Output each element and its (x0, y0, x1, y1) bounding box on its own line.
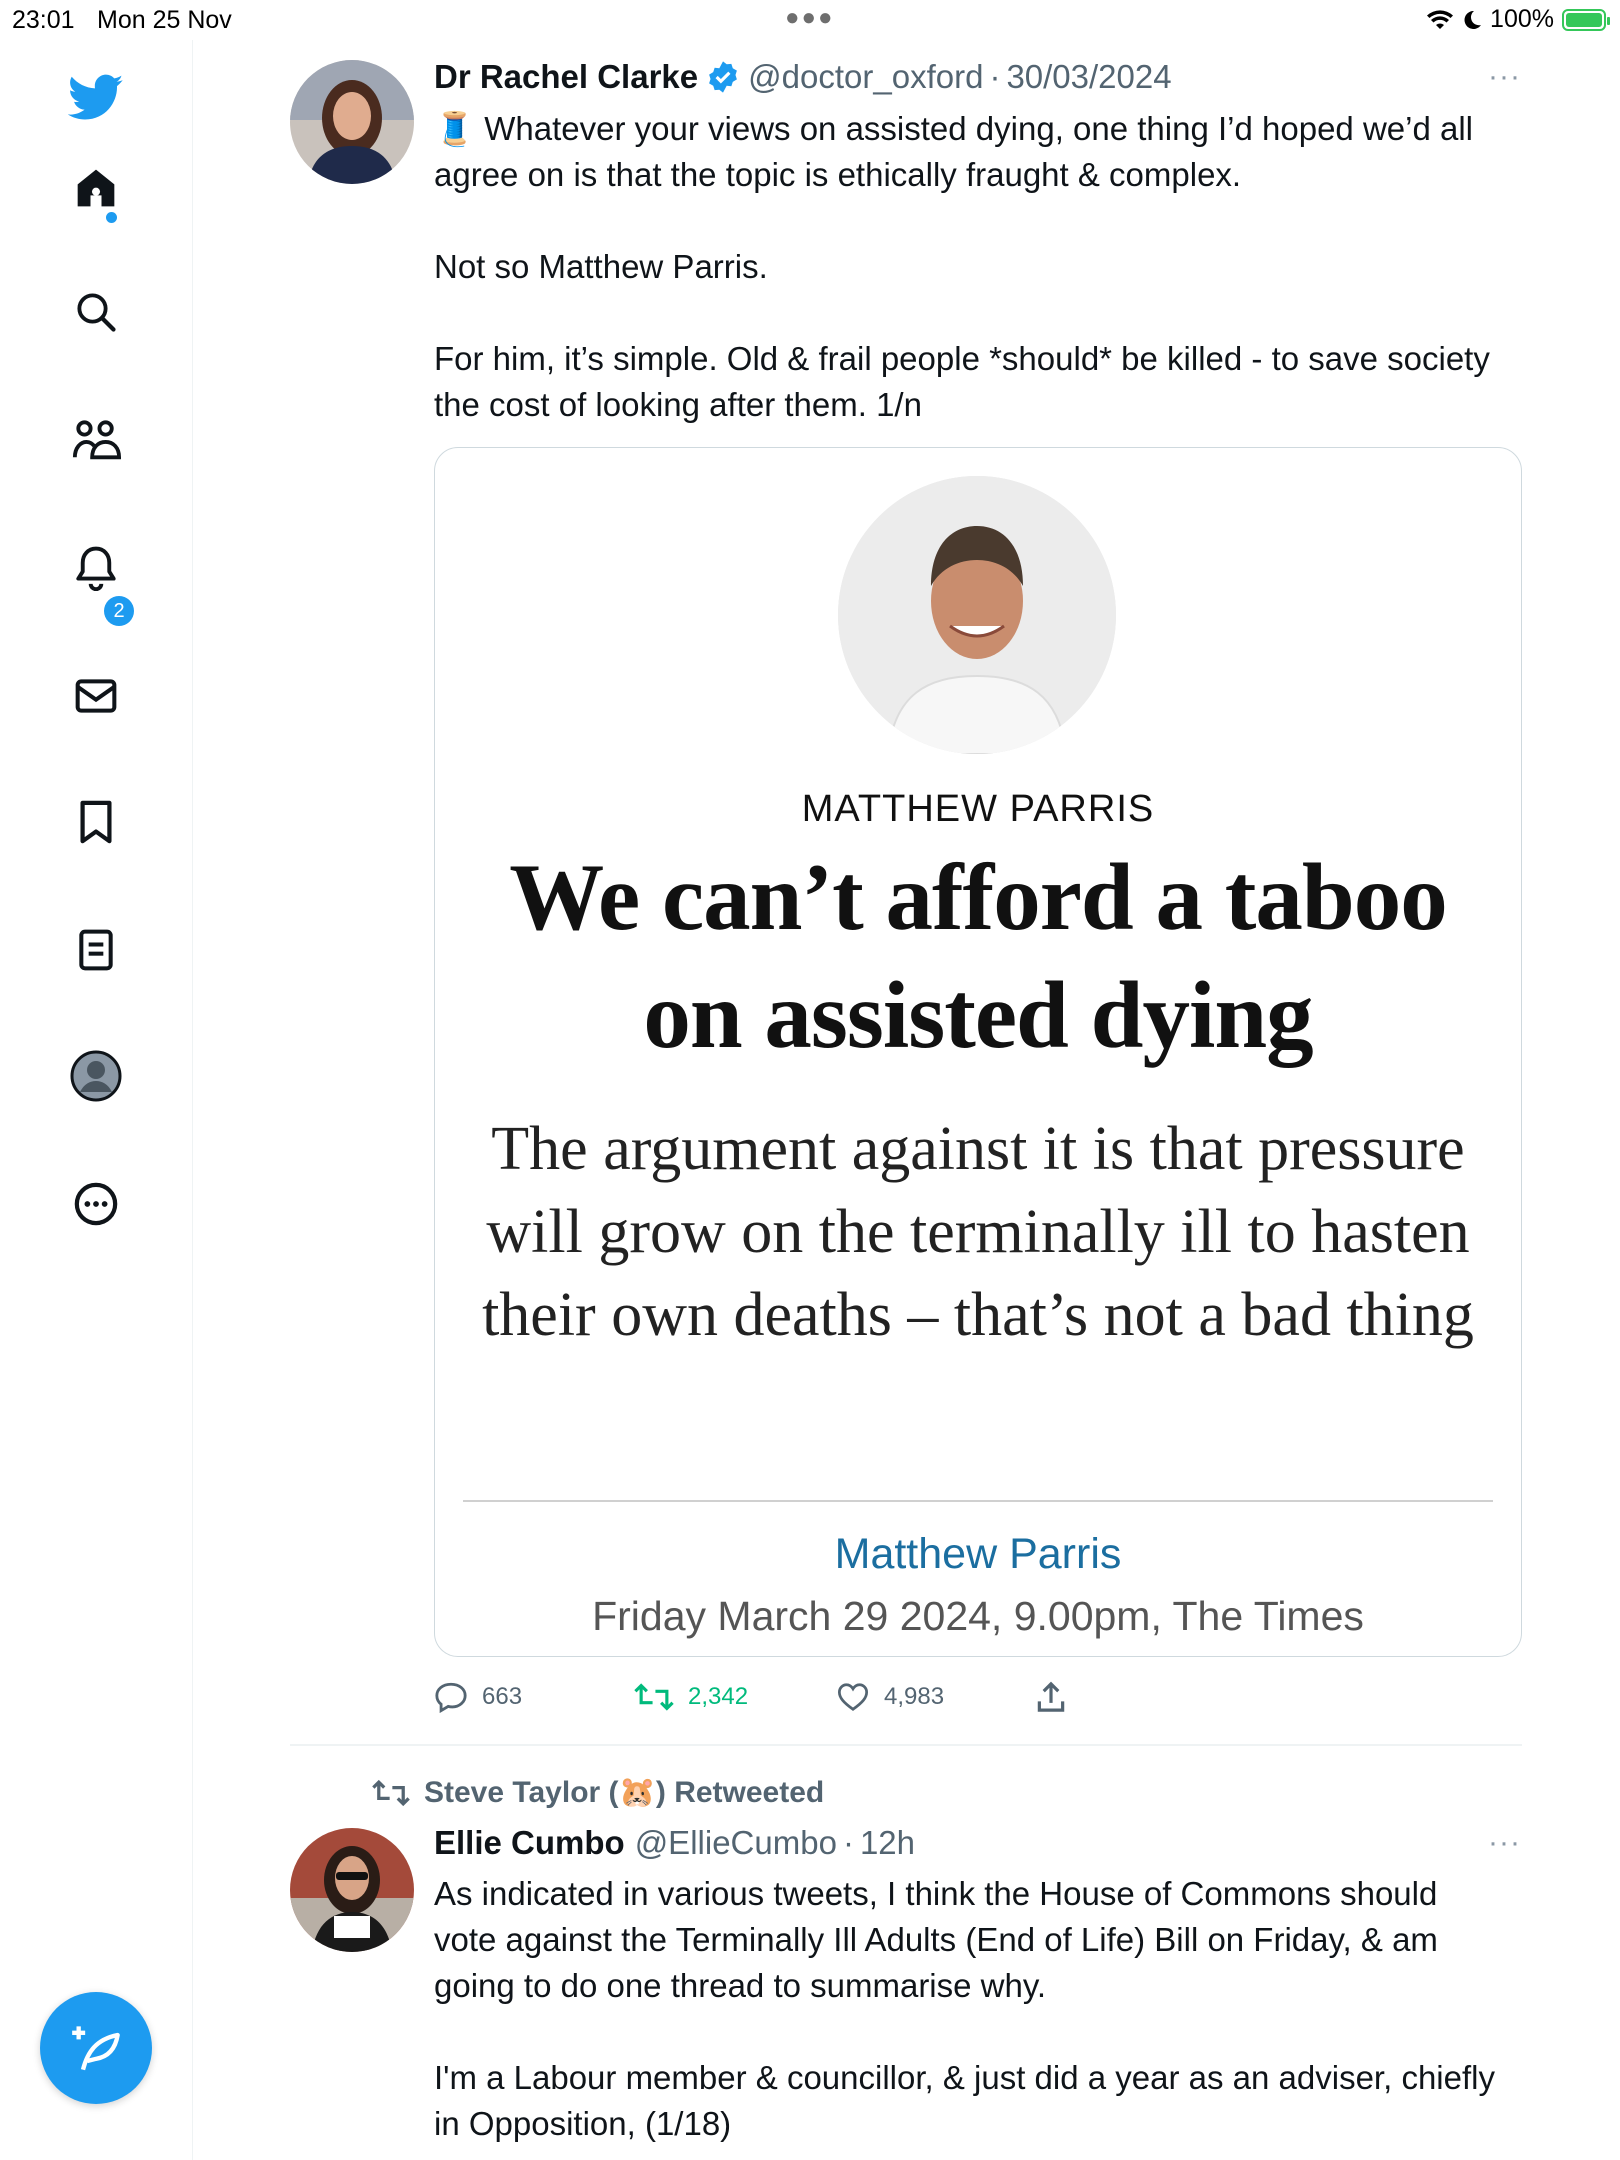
bell-icon (76, 546, 116, 591)
status-bar: 23:01 Mon 25 Nov ●●● 100% (0, 0, 1620, 40)
retweet-count: 2,342 (688, 1683, 749, 1710)
share-button[interactable] (1036, 1681, 1066, 1713)
article-dateline: Friday March 29 2024, 9.00pm, The Times (592, 1593, 1364, 1639)
heart-icon (837, 1683, 869, 1711)
sidebar-item-more[interactable] (66, 1174, 126, 1234)
verified-badge-icon (709, 61, 738, 93)
battery-icon (1562, 8, 1610, 31)
notification-badge: 2 (104, 596, 134, 626)
user-handle[interactable]: @doctor_oxford (748, 58, 983, 96)
home-unread-dot (106, 212, 117, 223)
sidebar-item-explore[interactable] (66, 282, 126, 342)
sidebar-item-home[interactable] (66, 158, 126, 218)
list-icon (79, 929, 113, 971)
tweet-more-icon[interactable]: ··· (1488, 60, 1521, 94)
tweet-paragraph: For him, it’s simple. Old & frail people… (434, 340, 1490, 423)
separator-dot: · (842, 1824, 854, 1861)
display-name[interactable]: Dr Rachel Clarke (434, 58, 698, 96)
home-icon (77, 169, 115, 207)
battery-percent: 100% (1490, 5, 1554, 33)
retweet-icon (634, 1683, 674, 1711)
multitasking-dots-icon[interactable]: ●●● (785, 4, 835, 32)
sidebar: 2 (0, 40, 193, 2160)
retweet-icon (372, 1779, 410, 1806)
separator-dot: · (989, 58, 1001, 95)
display-name[interactable]: Ellie Cumbo (434, 1824, 625, 1862)
search-icon (77, 293, 116, 332)
more-circle-icon (74, 1182, 118, 1226)
retweeted-by-label[interactable]: Steve Taylor (🐹) Retweeted (424, 1775, 824, 1810)
tweet-text: 🧵 Whatever your views on assisted dying,… (434, 106, 1524, 428)
tweet-header: Ellie Cumbo @EllieCumbo · 12h (434, 1824, 915, 1862)
mail-icon (75, 679, 117, 713)
tweet-date[interactable]: 30/03/2024 (1006, 58, 1171, 96)
moon-icon (1464, 10, 1482, 29)
tweet-paragraph: As indicated in various tweets, I think … (434, 1875, 1438, 2004)
divider (463, 1500, 1493, 1502)
status-time: 23:01 (12, 6, 75, 34)
reply-icon (435, 1682, 467, 1713)
twitter-logo-icon[interactable] (66, 68, 126, 128)
article-standfirst: The argument against it is that pressure… (482, 1115, 1474, 1349)
sidebar-item-bookmarks[interactable] (66, 792, 126, 852)
tweet-time[interactable]: 12h (860, 1824, 915, 1862)
article-headline: We can’t afford a taboo on assisted dyin… (509, 844, 1447, 1068)
sidebar-item-profile[interactable] (66, 1046, 126, 1106)
article-byline[interactable]: Matthew Parris (435, 1530, 1521, 1579)
retweet-button[interactable]: 2,342 (634, 1682, 836, 1712)
retweet-context: Steve Taylor (🐹) Retweeted (372, 1775, 824, 1810)
tweet-more-icon[interactable]: ··· (1488, 1826, 1521, 1860)
tweet-actions: 663 2,342 4,983 (434, 1672, 1066, 1722)
like-button[interactable]: 4,983 (836, 1682, 1036, 1712)
author-photo (838, 476, 1116, 754)
article-kicker: MATTHEW PARRIS (801, 788, 1155, 830)
bookmark-icon (80, 800, 112, 844)
compose-feather-icon (72, 2026, 120, 2071)
sidebar-item-notifications[interactable] (66, 538, 126, 598)
tweet-paragraph: 🧵 Whatever your views on assisted dying,… (434, 110, 1473, 193)
tweet-paragraph: I'm a Labour member & councillor, & just… (434, 2059, 1495, 2142)
tweet-divider (290, 1744, 1522, 1746)
sidebar-item-communities[interactable] (66, 410, 126, 470)
compose-tweet-button[interactable] (40, 1992, 152, 2104)
sidebar-item-lists[interactable] (66, 920, 126, 980)
share-icon (1037, 1681, 1065, 1712)
avatar-icon (70, 1050, 122, 1102)
status-date: Mon 25 Nov (97, 6, 232, 34)
tweet-text: As indicated in various tweets, I think … (434, 1871, 1504, 2147)
wifi-icon (1427, 9, 1454, 29)
thread-emoji: 🧵 (434, 110, 476, 147)
status-right: 100% (1426, 5, 1610, 34)
tweet-header: Dr Rachel Clarke @doctor_oxford · 30/03/… (434, 58, 1172, 96)
user-handle[interactable]: @EllieCumbo (635, 1824, 837, 1862)
article-card[interactable]: MATTHEW PARRIS We can’t afford a taboo o… (434, 447, 1522, 1657)
like-count: 4,983 (884, 1683, 945, 1710)
reply-button[interactable]: 663 (434, 1681, 634, 1713)
people-icon (72, 420, 121, 460)
avatar[interactable] (290, 1828, 414, 1952)
reply-count: 663 (482, 1683, 523, 1710)
sidebar-item-messages[interactable] (66, 666, 126, 726)
avatar[interactable] (290, 60, 414, 184)
tweet-paragraph: Not so Matthew Parris. (434, 248, 768, 285)
